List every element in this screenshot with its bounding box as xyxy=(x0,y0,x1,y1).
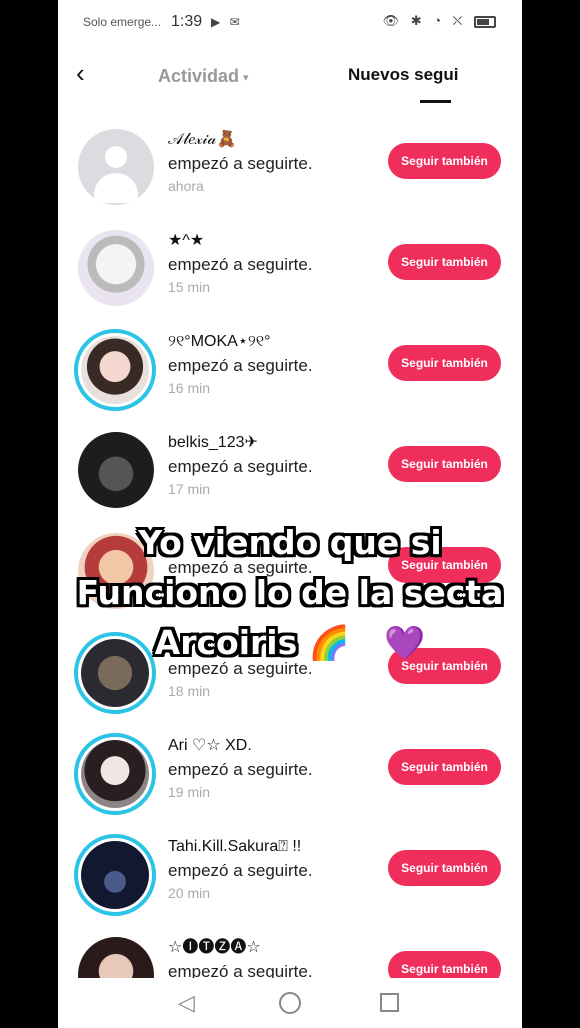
follow-back-button[interactable]: Seguir también xyxy=(388,749,501,785)
timestamp: 17 min xyxy=(168,481,211,497)
tab-new-followers[interactable]: Nuevos segui xyxy=(348,65,473,85)
carrier-label: Solo emerge... xyxy=(83,15,162,29)
activity-text: empezó a seguirte. xyxy=(168,760,313,779)
system-icons: 👁 ✱ ◔ ⛌ xyxy=(383,13,496,29)
list-item: 𝒜𝓁𝑒𝓍𝒾𝒶🧸 empezó a seguirte. ahora Seguir … xyxy=(58,112,522,213)
follow-back-button[interactable]: Seguir también xyxy=(388,446,501,482)
activity-text: empezó a seguirte. xyxy=(168,255,313,274)
avatar-image xyxy=(81,336,149,404)
tab-activity-label: Actividad xyxy=(158,66,240,86)
status-bar: Solo emerge... 1:39 ▶ ✉ 👁 ✱ ◔ ⛌ xyxy=(58,0,522,44)
header: ‹ Actividad ▾ Nuevos segui xyxy=(58,48,522,104)
activity-text: empezó a seguirte. xyxy=(168,861,313,880)
clock: 1:39 xyxy=(171,13,203,30)
avatar-story-ring[interactable] xyxy=(74,329,156,411)
phone-screen: Solo emerge... 1:39 ▶ ✉ 👁 ✱ ◔ ⛌ ‹ Activi… xyxy=(58,0,522,1028)
system-nav-bar: ◁ xyxy=(58,978,522,1028)
avatar[interactable] xyxy=(78,230,154,306)
active-tab-indicator xyxy=(420,100,451,103)
username[interactable]: Ari ♡☆ XD. xyxy=(168,734,378,758)
username[interactable]: 𝒜𝓁𝑒𝓍𝒾𝒶🧸 xyxy=(168,128,378,152)
timestamp: ahora xyxy=(168,178,204,194)
username[interactable]: ୨୧°MOKA⋆୨୧° xyxy=(168,330,378,354)
activity-text: empezó a seguirte. xyxy=(168,154,313,173)
avatar-story-ring[interactable] xyxy=(74,834,156,916)
username[interactable]: belkis_123✈ xyxy=(168,431,378,455)
list-item: Ari ♡☆ XD. empezó a seguirte. 19 min Seg… xyxy=(58,718,522,819)
activity-text: empezó a seguirte. xyxy=(168,457,313,476)
tab-activity[interactable]: Actividad ▾ xyxy=(158,66,249,87)
avatar-image xyxy=(81,841,149,909)
caption-line-3: Arcoiris 🌈😳💜 xyxy=(58,618,522,668)
username[interactable]: ☆🅘🅣🅩🅐☆ xyxy=(168,936,378,960)
nav-home-icon[interactable] xyxy=(279,992,301,1014)
timestamp: 18 min xyxy=(168,683,211,699)
battery-icon xyxy=(474,15,496,28)
timestamp: 20 min xyxy=(168,885,211,901)
avatar-story-ring[interactable] xyxy=(74,733,156,815)
avatar[interactable] xyxy=(78,432,154,508)
caret-down-icon: ▾ xyxy=(243,71,249,84)
nav-recents-icon[interactable] xyxy=(380,993,399,1012)
activity-text: empezó a seguirte. xyxy=(168,356,313,375)
list-item: ୨୧°MOKA⋆୨୧° empezó a seguirte. 16 min Se… xyxy=(58,314,522,415)
username[interactable]: Tahi.Kill.Sakura⍰ !! xyxy=(168,835,378,859)
nav-back-icon[interactable]: ◁ xyxy=(178,990,195,1016)
avatar-image xyxy=(78,432,154,508)
caption-line-3-text: Arcoiris xyxy=(154,623,298,662)
caption-line-1: Yo viendo que si xyxy=(138,523,442,562)
timestamp: 16 min xyxy=(168,380,211,396)
avatar[interactable] xyxy=(78,129,154,205)
video-caption-overlay: Yo viendo que si Funciono lo de la secta… xyxy=(58,518,522,668)
status-icons: 👁 ✱ ◔ ⛌ xyxy=(382,13,467,28)
timestamp: 15 min xyxy=(168,279,211,295)
follow-back-button[interactable]: Seguir también xyxy=(388,850,501,886)
follow-back-button[interactable]: Seguir también xyxy=(388,345,501,381)
avatar-image xyxy=(78,230,154,306)
username[interactable]: ★^★ xyxy=(168,229,378,253)
avatar-image xyxy=(81,740,149,808)
back-arrow-icon[interactable]: ‹ xyxy=(76,60,85,86)
default-avatar-icon xyxy=(78,129,154,205)
list-item: belkis_123✈ empezó a seguirte. 17 min Se… xyxy=(58,415,522,516)
list-item: Tahi.Kill.Sakura⍰ !! empezó a seguirte. … xyxy=(58,819,522,920)
follow-back-button[interactable]: Seguir también xyxy=(388,244,501,280)
notification-icons: ▶ ✉ xyxy=(211,15,243,29)
caption-emojis: 🌈😳💜 xyxy=(308,623,426,662)
caption-line-2: Funciono lo de la secta xyxy=(76,573,504,612)
follow-back-button[interactable]: Seguir también xyxy=(388,143,501,179)
list-item: ★^★ empezó a seguirte. 15 min Seguir tam… xyxy=(58,213,522,314)
timestamp: 19 min xyxy=(168,784,211,800)
